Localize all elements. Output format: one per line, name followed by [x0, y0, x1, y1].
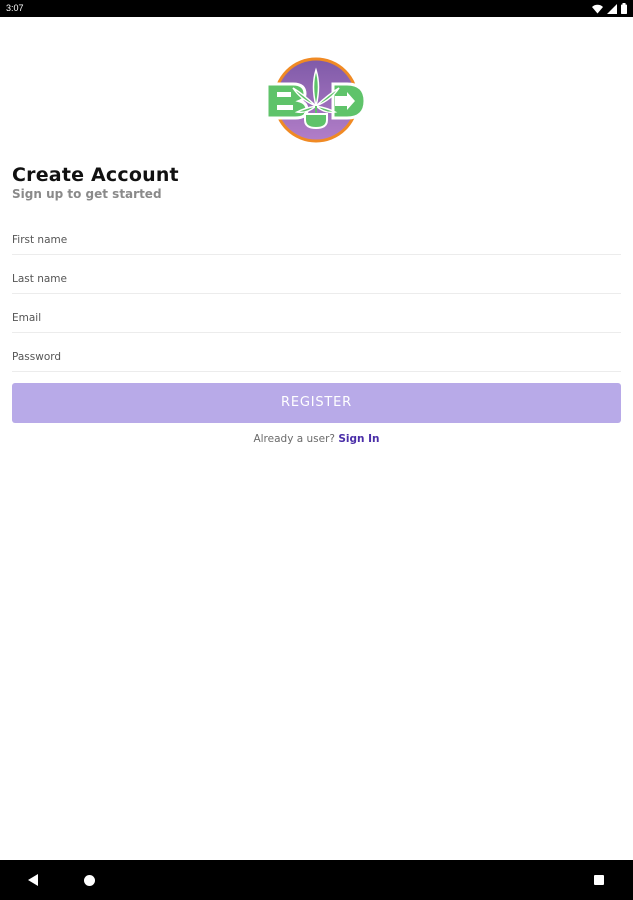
signin-link[interactable]: Sign In: [338, 433, 379, 445]
signin-prompt: Already a user?: [253, 433, 339, 445]
back-icon[interactable]: [28, 874, 38, 886]
password-field: [12, 335, 621, 372]
password-input[interactable]: [12, 351, 621, 363]
logo-letter-u: [304, 113, 328, 130]
last-name-input[interactable]: [12, 273, 621, 285]
navigation-bar: [0, 860, 633, 900]
first-name-field: [12, 218, 621, 255]
status-time: 3:07: [6, 3, 24, 13]
status-icons: [592, 3, 627, 21]
page-title: Create Account: [12, 164, 179, 186]
recents-icon[interactable]: [594, 875, 604, 885]
first-name-input[interactable]: [12, 234, 621, 246]
status-bar: 3:07: [0, 0, 633, 17]
signin-row: Already a user? Sign In: [0, 433, 633, 445]
page-subtitle: Sign up to get started: [12, 187, 162, 201]
home-icon[interactable]: [84, 875, 95, 886]
battery-icon: [621, 3, 627, 21]
wifi-icon: [592, 4, 603, 21]
last-name-field: [12, 257, 621, 294]
email-field: [12, 296, 621, 333]
email-input[interactable]: [12, 312, 621, 324]
register-button[interactable]: REGISTER: [12, 383, 621, 423]
bud-logo: [263, 56, 369, 144]
signal-icon: [607, 3, 617, 21]
create-account-screen: 3:07 Create Account Sign up to get start…: [0, 0, 633, 900]
